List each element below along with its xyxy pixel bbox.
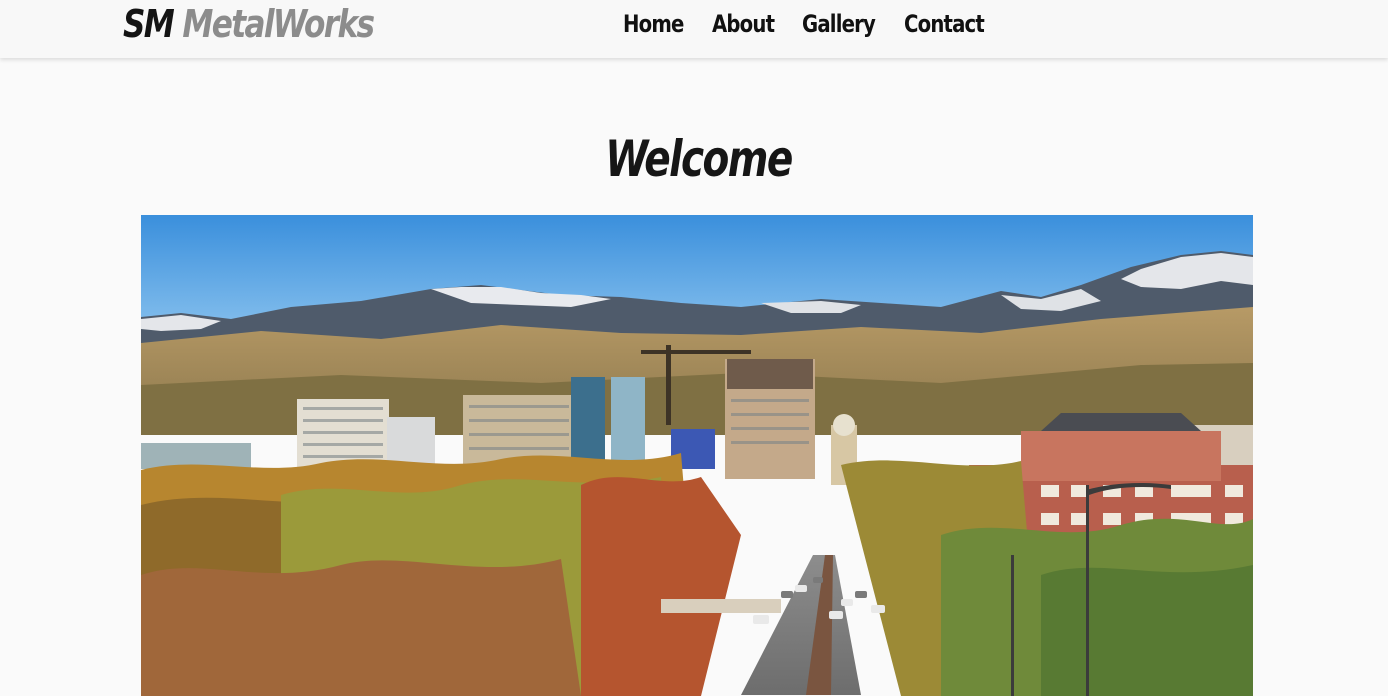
top-navbar: SM MetalWorks Home About Gallery Contact (0, 0, 1388, 58)
brand-logo[interactable]: SM MetalWorks (123, 0, 375, 48)
welcome-heading: Welcome (0, 124, 1388, 194)
nav-link-about[interactable]: About (712, 5, 775, 43)
nav-link-gallery[interactable]: Gallery (802, 5, 876, 43)
nav-link-home[interactable]: Home (623, 5, 684, 43)
welcome-heading-text: Welcome (605, 130, 794, 188)
brand-part-2: MetalWorks (182, 2, 375, 46)
nav-link-contact[interactable]: Contact (904, 5, 985, 43)
brand-part-1: SM (123, 2, 175, 46)
city-skyline-with-mountains-image (141, 215, 1253, 696)
hero-image (141, 215, 1253, 696)
